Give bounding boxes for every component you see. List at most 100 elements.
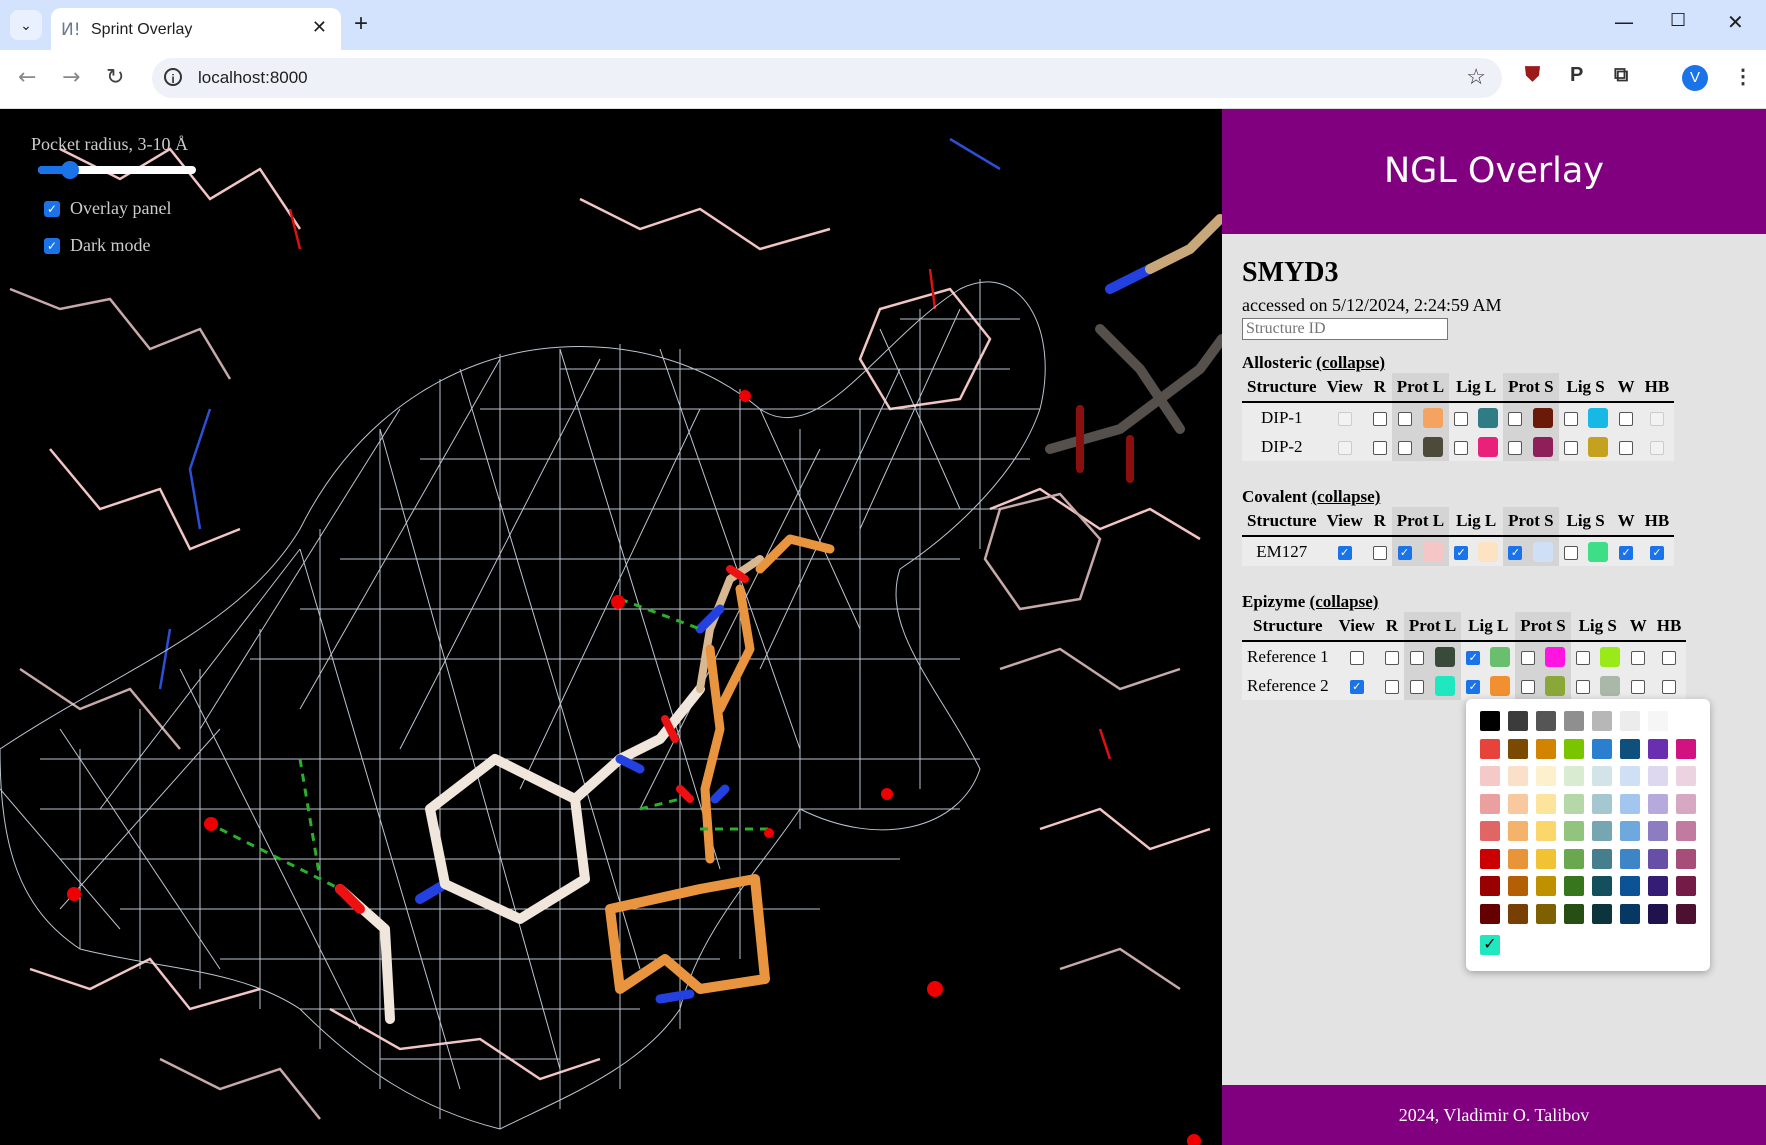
palette-color-swatch[interactable] (1508, 876, 1528, 896)
w-checkbox[interactable]: ✓ (1619, 545, 1634, 560)
prot-l-checkbox[interactable] (1397, 440, 1412, 455)
palette-color-swatch[interactable] (1648, 903, 1668, 924)
palette-color-swatch[interactable] (1536, 793, 1556, 814)
palette-color-swatch[interactable] (1592, 848, 1612, 869)
lig-s-checkbox[interactable] (1575, 650, 1590, 665)
prot-s-color-swatch[interactable] (1533, 408, 1554, 429)
palette-color-swatch[interactable] (1620, 766, 1640, 786)
prot-l-color-swatch[interactable] (1423, 542, 1444, 563)
palette-color-swatch[interactable] (1592, 766, 1612, 786)
window-close-icon[interactable]: ✕ (1727, 10, 1744, 34)
palette-color-swatch[interactable] (1508, 793, 1528, 814)
site-info-icon[interactable]: i (164, 68, 182, 86)
palette-color-swatch[interactable] (1564, 766, 1584, 786)
palette-color-swatch[interactable] (1620, 793, 1640, 814)
pocket-radius-slider[interactable] (38, 161, 196, 179)
r-checkbox[interactable] (1384, 650, 1399, 665)
lig-s-color-swatch[interactable] (1599, 676, 1620, 697)
palette-color-swatch[interactable] (1480, 876, 1500, 896)
palette-color-swatch[interactable] (1676, 738, 1696, 759)
close-icon[interactable]: ✕ (312, 17, 327, 38)
selected-color-swatch[interactable]: ✓ (1480, 935, 1500, 955)
minimize-icon[interactable]: — (1614, 10, 1634, 34)
lig-s-checkbox[interactable] (1563, 411, 1578, 426)
new-tab-plus-icon[interactable]: + (354, 10, 368, 38)
r-checkbox[interactable] (1384, 679, 1399, 694)
prot-s-checkbox[interactable] (1520, 679, 1535, 694)
slider-thumb[interactable] (60, 161, 79, 179)
address-bar[interactable]: i localhost:8000 ☆ (152, 58, 1502, 98)
maximize-icon[interactable]: ☐ (1670, 10, 1686, 31)
w-checkbox[interactable] (1631, 679, 1646, 694)
dark-mode-checkbox[interactable]: ✓ (44, 238, 60, 254)
palette-color-swatch[interactable] (1648, 876, 1668, 896)
molecular-viewer-canvas[interactable] (0, 109, 1222, 1145)
r-checkbox[interactable] (1372, 440, 1387, 455)
prot-l-checkbox[interactable] (1409, 679, 1424, 694)
palette-color-swatch[interactable] (1620, 876, 1640, 896)
profile-avatar[interactable]: V (1682, 65, 1708, 91)
palette-color-swatch[interactable] (1480, 711, 1500, 731)
palette-color-swatch[interactable] (1620, 903, 1640, 924)
palette-color-swatch[interactable] (1592, 793, 1612, 814)
palette-color-swatch[interactable] (1480, 903, 1500, 924)
lig-s-color-swatch[interactable] (1599, 647, 1620, 668)
p-extension-icon[interactable]: P (1570, 64, 1583, 87)
lig-l-color-swatch[interactable] (1478, 437, 1499, 458)
hb-checkbox[interactable]: ✓ (1649, 545, 1664, 560)
palette-color-swatch[interactable] (1480, 793, 1500, 814)
palette-color-swatch[interactable] (1648, 793, 1668, 814)
palette-color-swatch[interactable] (1648, 738, 1668, 759)
lig-s-checkbox[interactable] (1575, 679, 1590, 694)
palette-color-swatch[interactable] (1508, 766, 1528, 786)
palette-color-swatch[interactable] (1564, 738, 1584, 759)
lig-l-color-swatch[interactable] (1478, 542, 1499, 563)
palette-color-swatch[interactable] (1592, 876, 1612, 896)
palette-color-swatch[interactable] (1648, 766, 1668, 786)
palette-color-swatch[interactable] (1564, 711, 1584, 731)
forward-arrow-icon[interactable]: → (62, 65, 80, 90)
lig-l-checkbox[interactable] (1454, 411, 1469, 426)
palette-color-swatch[interactable] (1592, 821, 1612, 841)
w-checkbox[interactable] (1631, 650, 1646, 665)
palette-color-swatch[interactable] (1648, 711, 1668, 731)
palette-color-swatch[interactable] (1536, 821, 1556, 841)
prot-s-color-swatch[interactable] (1545, 647, 1566, 668)
palette-color-swatch[interactable] (1508, 711, 1528, 731)
prot-s-color-swatch[interactable] (1545, 676, 1566, 697)
bookmark-star-icon[interactable]: ☆ (1466, 64, 1486, 90)
reload-icon[interactable]: ↻ (106, 65, 124, 90)
lig-l-color-swatch[interactable] (1478, 408, 1499, 429)
collapse-link[interactable]: (collapse) (1316, 353, 1385, 372)
palette-color-swatch[interactable] (1592, 903, 1612, 924)
palette-color-swatch[interactable] (1536, 848, 1556, 869)
prot-s-color-swatch[interactable] (1533, 437, 1554, 458)
lig-s-color-swatch[interactable] (1587, 542, 1608, 563)
hb-checkbox[interactable] (1662, 679, 1676, 694)
palette-color-swatch[interactable] (1564, 848, 1584, 869)
palette-color-swatch[interactable] (1620, 848, 1640, 869)
w-checkbox[interactable] (1619, 411, 1634, 426)
palette-color-swatch[interactable] (1536, 738, 1556, 759)
palette-color-swatch[interactable] (1480, 738, 1500, 759)
palette-color-swatch[interactable] (1564, 903, 1584, 924)
palette-color-swatch[interactable] (1676, 793, 1696, 814)
palette-color-swatch[interactable] (1620, 738, 1640, 759)
palette-color-swatch[interactable] (1564, 793, 1584, 814)
collapse-link[interactable]: (collapse) (1310, 592, 1379, 611)
palette-color-swatch[interactable] (1620, 711, 1640, 731)
browser-tab[interactable]: И! Sprint Overlay ✕ (51, 8, 341, 50)
prot-l-checkbox[interactable] (1397, 411, 1412, 426)
w-checkbox[interactable] (1619, 440, 1634, 455)
prot-l-checkbox[interactable]: ✓ (1397, 545, 1412, 560)
structure-id-input[interactable] (1242, 318, 1448, 340)
palette-color-swatch[interactable] (1676, 711, 1696, 731)
more-menu-icon[interactable]: ⋮ (1733, 64, 1753, 89)
palette-color-swatch[interactable] (1676, 821, 1696, 841)
ublock-extension-icon[interactable]: ⛊ (1525, 64, 1540, 87)
palette-color-swatch[interactable] (1676, 766, 1696, 786)
palette-color-swatch[interactable] (1480, 821, 1500, 841)
palette-color-swatch[interactable] (1620, 821, 1640, 841)
palette-color-swatch[interactable] (1508, 848, 1528, 869)
lig-l-checkbox[interactable]: ✓ (1454, 545, 1469, 560)
